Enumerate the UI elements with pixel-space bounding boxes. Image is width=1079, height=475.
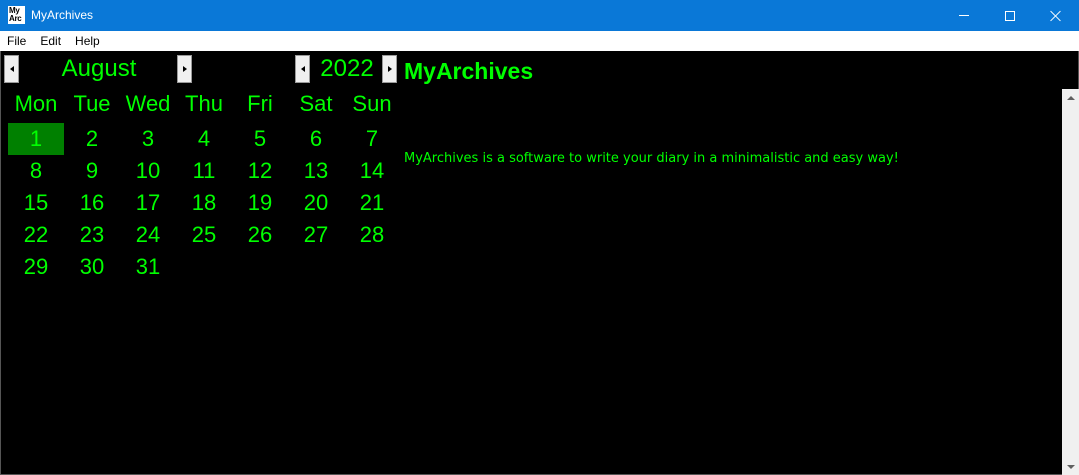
calendar-day[interactable]: 25 — [176, 219, 232, 251]
calendar-day[interactable]: 10 — [120, 155, 176, 187]
prev-year-button[interactable] — [295, 55, 310, 83]
calendar-day[interactable]: 26 — [232, 219, 288, 251]
scroll-down-button[interactable] — [1062, 458, 1079, 475]
calendar-empty-cell — [176, 251, 232, 283]
calendar-day[interactable]: 22 — [8, 219, 64, 251]
calendar-day[interactable]: 23 — [64, 219, 120, 251]
year-label: 2022 — [320, 55, 374, 82]
month-label: August — [61, 55, 137, 82]
calendar-week-row: 29 30 31 — [8, 251, 400, 283]
calendar-day[interactable]: 8 — [8, 155, 64, 187]
calendar-day[interactable]: 1 — [8, 123, 64, 155]
app-heading: MyArchives — [404, 58, 534, 84]
calendar-week-row: 15 16 17 18 19 20 21 — [8, 187, 400, 219]
calendar-week-row: 8 9 10 11 12 13 14 — [8, 155, 400, 187]
calendar-empty-cell — [232, 251, 288, 283]
weekday-label: Wed — [125, 91, 171, 116]
menu-edit[interactable]: Edit — [33, 31, 68, 51]
calendar-empty-cell — [288, 251, 344, 283]
minimize-icon — [959, 15, 969, 16]
vertical-scrollbar[interactable] — [1062, 89, 1079, 475]
weekday-label: Tue — [73, 91, 111, 116]
calendar-day[interactable]: 24 — [120, 219, 176, 251]
calendar-day[interactable]: 7 — [344, 123, 400, 155]
arrow-up-icon — [1066, 95, 1075, 100]
calendar-day[interactable]: 2 — [64, 123, 120, 155]
close-button[interactable] — [1033, 0, 1079, 31]
calendar-day[interactable]: 11 — [176, 155, 232, 187]
menu-file[interactable]: File — [0, 31, 33, 51]
close-icon — [1050, 10, 1062, 22]
calendar-day[interactable]: 30 — [64, 251, 120, 283]
window-title: MyArchives — [31, 8, 94, 22]
calendar-day[interactable]: 5 — [232, 123, 288, 155]
calendar-day[interactable]: 20 — [288, 187, 344, 219]
maximize-icon — [1005, 10, 1015, 21]
next-month-button[interactable] — [177, 55, 192, 83]
calendar-day[interactable]: 29 — [8, 251, 64, 283]
weekday-label: Sat — [299, 91, 333, 116]
calendar-grid: Mon Tue Wed Thu Fri Sat Sun 1 2 3 4 5 6 7 8 9 10 1… — [8, 89, 400, 283]
calendar-empty-cell — [344, 251, 400, 283]
calendar-day[interactable]: 12 — [232, 155, 288, 187]
calendar-day[interactable]: 19 — [232, 187, 288, 219]
calendar-day[interactable]: 4 — [176, 123, 232, 155]
app-description: MyArchives is a software to write your d… — [404, 151, 899, 166]
calendar-day[interactable]: 15 — [8, 187, 64, 219]
calendar-day[interactable]: 9 — [64, 155, 120, 187]
title-bar: My Arc MyArchives — [0, 0, 1079, 31]
calendar-day[interactable]: 17 — [120, 187, 176, 219]
arrow-right-icon — [387, 66, 392, 72]
calendar-day[interactable]: 3 — [120, 123, 176, 155]
app-icon: My Arc — [8, 6, 25, 24]
calendar-day[interactable]: 6 — [288, 123, 344, 155]
calendar-day[interactable]: 16 — [64, 187, 120, 219]
calendar-day[interactable]: 28 — [344, 219, 400, 251]
weekday-label: Thu — [185, 91, 223, 116]
calendar-day[interactable]: 14 — [344, 155, 400, 187]
calendar-day[interactable]: 27 — [288, 219, 344, 251]
next-year-button[interactable] — [382, 55, 397, 83]
menu-help[interactable]: Help — [68, 31, 107, 51]
calendar-week-row: 1234567 — [8, 123, 400, 155]
arrow-down-icon — [1066, 464, 1075, 469]
calendar-day[interactable]: 18 — [176, 187, 232, 219]
menu-bar: File Edit Help — [0, 31, 1079, 51]
calendar-day[interactable]: 31 — [120, 251, 176, 283]
calendar-week-row: 22 23 24 25 26 27 28 — [8, 219, 400, 251]
maximize-button[interactable] — [987, 0, 1033, 31]
weekday-label: Fri — [247, 91, 273, 116]
weekday-label: Mon — [14, 91, 58, 116]
calendar-day[interactable]: 13 — [288, 155, 344, 187]
minimize-button[interactable] — [941, 0, 987, 31]
arrow-left-icon — [9, 66, 14, 72]
weekday-label: Sun — [352, 91, 392, 116]
weekday-header-row: Mon Tue Wed Thu Fri Sat Sun — [8, 89, 400, 121]
arrow-right-icon — [182, 66, 187, 72]
calendar-day[interactable]: 21 — [344, 187, 400, 219]
scroll-up-button[interactable] — [1062, 89, 1079, 106]
arrow-left-icon — [300, 66, 305, 72]
prev-month-button[interactable] — [4, 55, 19, 83]
client-area: August 2022 MyArchives Mon Tue Wed Thu F… — [0, 51, 1079, 475]
